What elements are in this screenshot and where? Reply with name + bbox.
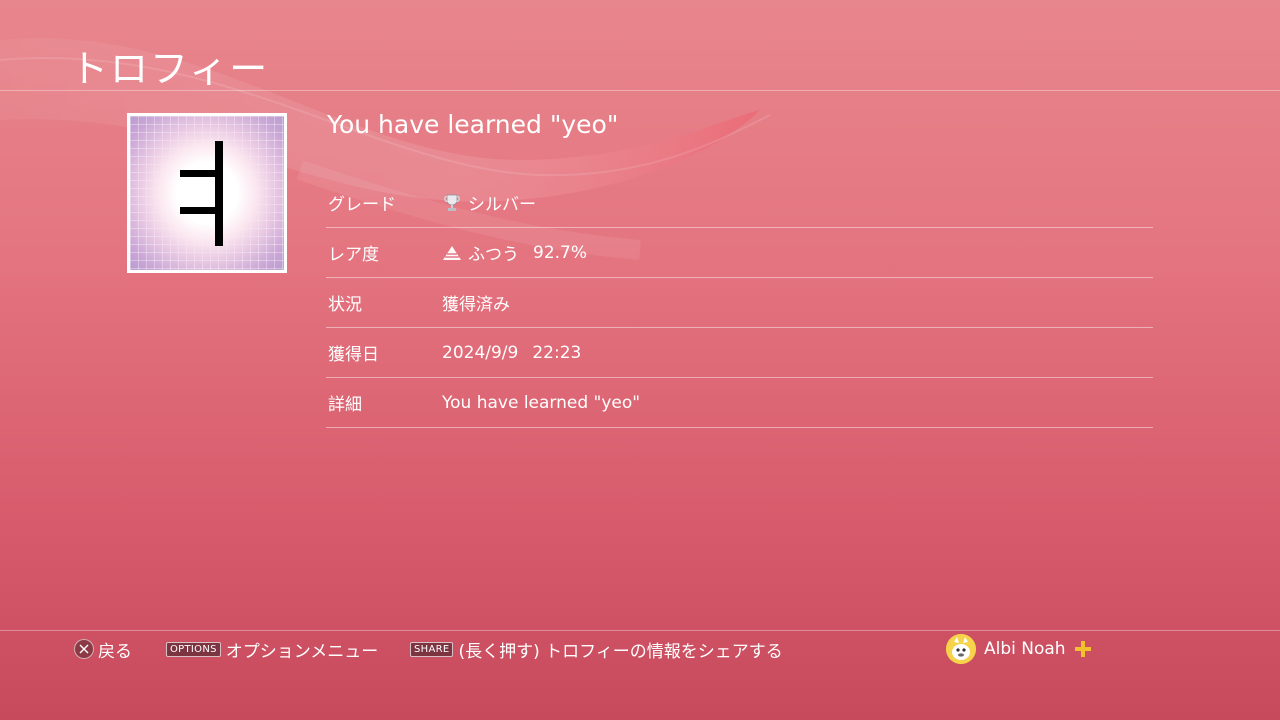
status-value: 獲得済み [442,295,510,315]
rarity-text: ふつう [468,245,519,265]
detail-row-rarity: レア度 ふつう 92.7% [326,228,1153,278]
description-value: You have learned "yeo" [442,392,641,413]
earned-date-value: 2024/9/9 22:23 [442,343,581,363]
options-key-icon: OPTIONS [166,641,221,657]
rarity-pyramid-icon [442,244,462,262]
earned-date: 2024/9/9 [442,342,519,363]
cross-button-icon [74,639,94,659]
avatar [946,634,976,664]
header-divider [0,90,1280,91]
footer-bar: 戻る OPTIONS オプションメニュー SHARE (長く押す) トロフィーの… [0,634,1280,664]
silver-trophy-icon [442,193,462,213]
share-key-icon: SHARE [410,641,454,657]
back-label: 戻る [98,641,132,662]
rarity-percent: 92.7% [533,242,588,263]
options-menu-button[interactable]: OPTIONS オプションメニュー [166,636,378,662]
trophy-image [127,113,287,273]
detail-row-earned-date: 獲得日 2024/9/9 22:23 [326,328,1153,378]
playstation-plus-icon [1074,640,1092,658]
trophy-name: You have learned "yeo" [327,110,619,139]
back-button[interactable]: 戻る [74,636,132,662]
page-title: トロフィー [70,47,270,91]
earned-time: 22:23 [532,342,582,363]
user-profile[interactable]: Albi Noah [946,634,1092,664]
description-label: 詳細 [328,395,362,415]
detail-row-grade: グレード シルバー [326,178,1153,228]
rarity-label: レア度 [328,245,379,265]
options-label: オプションメニュー [225,641,379,662]
trophy-details: グレード シルバー レア度 ふつう 92.7% 状況 獲得済み 獲得日 2024… [326,178,1153,428]
share-label: (長く押す) トロフィーの情報をシェアする [458,641,783,662]
user-name: Albi Noah [984,639,1066,659]
grade-value: シルバー [442,190,536,215]
share-button[interactable]: SHARE (長く押す) トロフィーの情報をシェアする [410,636,783,662]
hangul-yeo-glyph-icon [180,141,223,246]
grade-text: シルバー [468,195,536,215]
detail-row-description: 詳細 You have learned "yeo" [326,378,1153,428]
rarity-value: ふつう 92.7% [442,240,587,265]
status-label: 状況 [328,295,362,315]
grade-label: グレード [328,195,396,215]
detail-row-status: 状況 獲得済み [326,278,1153,328]
earned-date-label: 獲得日 [328,345,379,365]
footer-divider [0,630,1280,631]
